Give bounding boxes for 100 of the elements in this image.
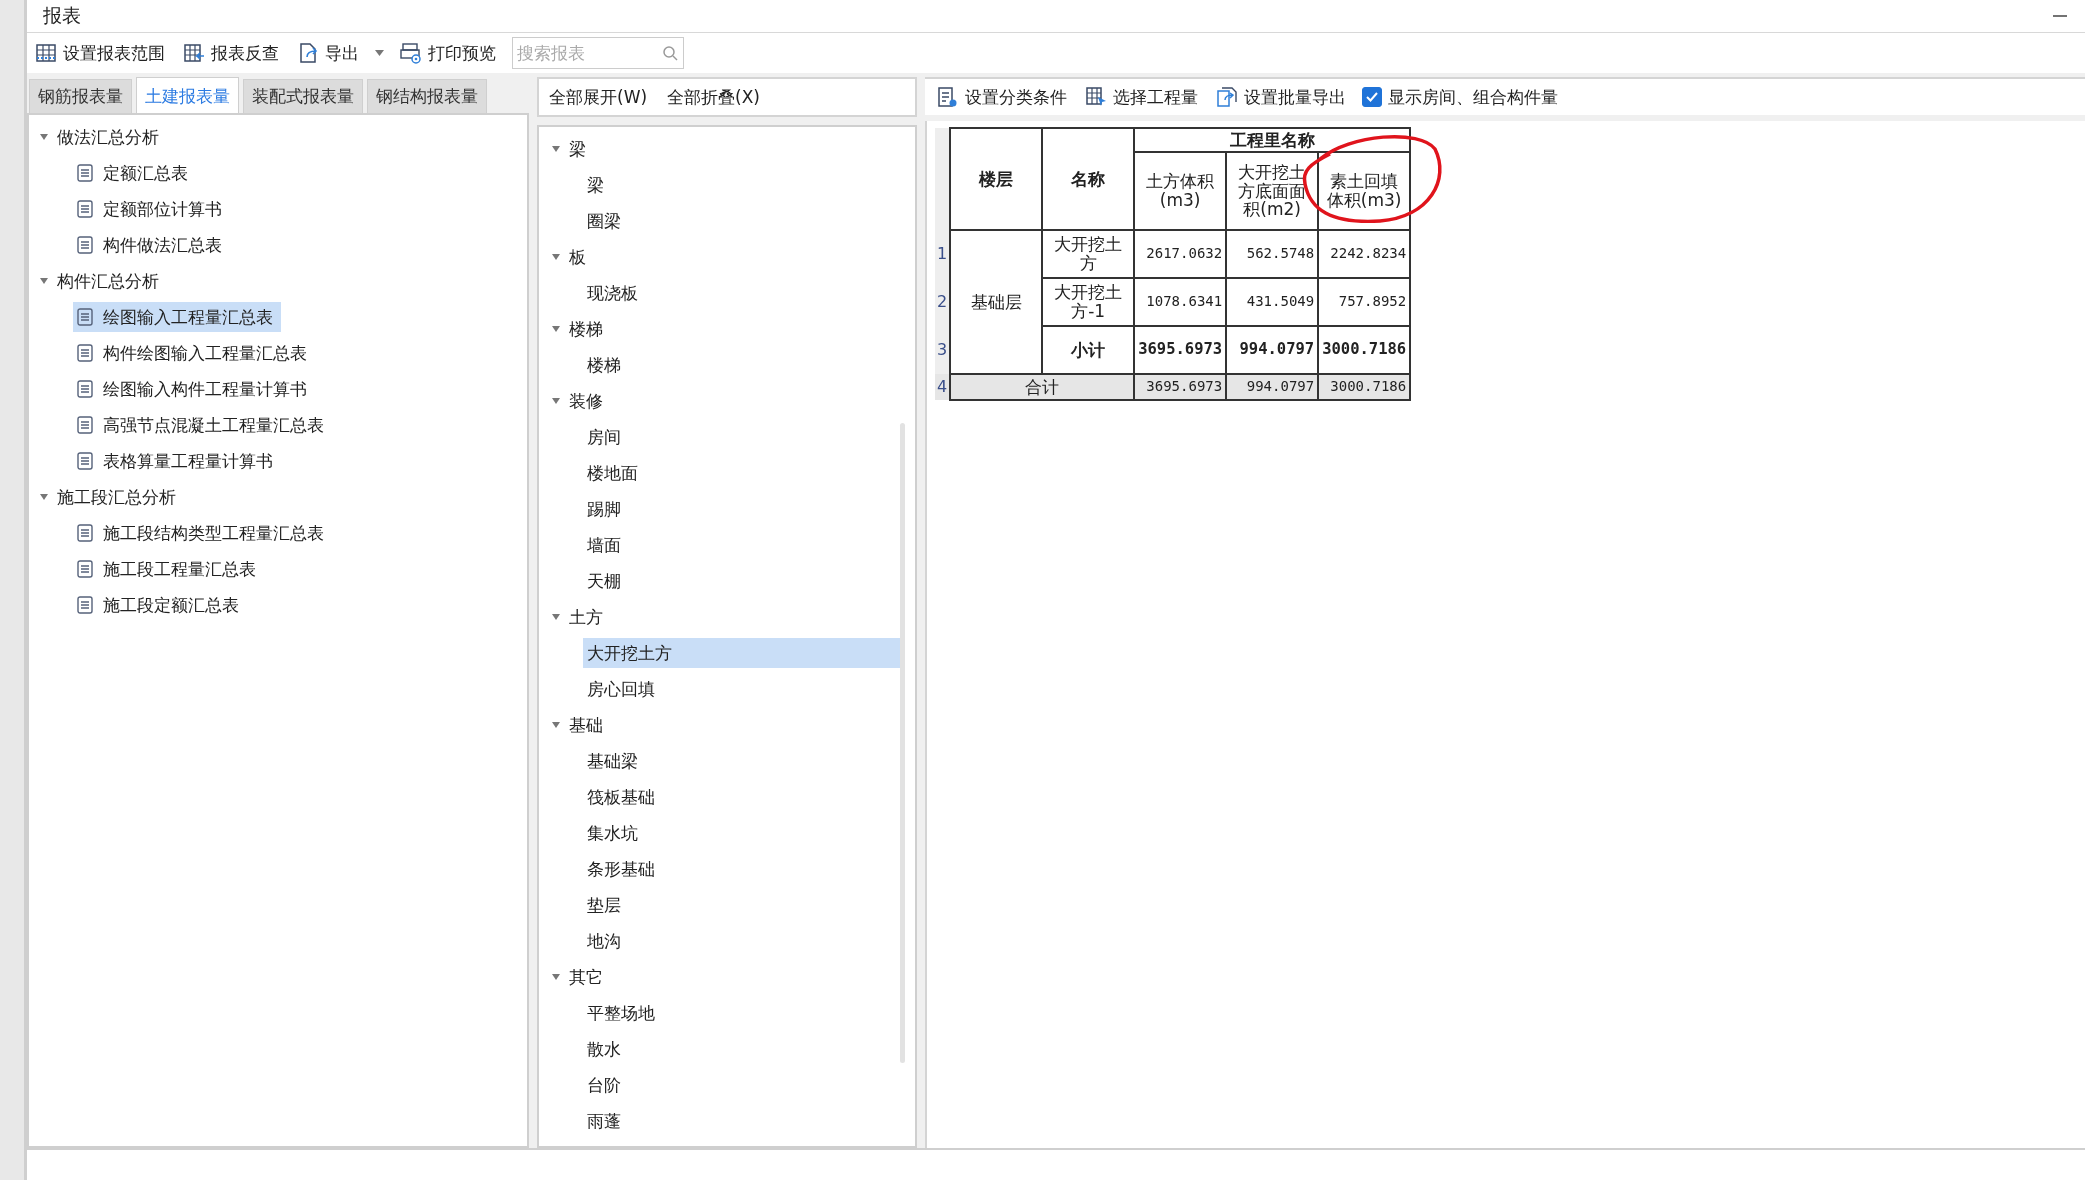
tree-group-label[interactable]: 板 <box>569 245 586 269</box>
toolbar-button[interactable]: 选择工程量 <box>1083 83 1200 111</box>
tree-group-label[interactable]: 其它 <box>569 965 603 989</box>
component-tree-item[interactable]: 梁 <box>583 170 901 200</box>
expand-caret-icon[interactable] <box>551 145 561 153</box>
report-tree-item[interactable]: 施工段结构类型工程量汇总表 <box>73 518 332 548</box>
tree-group-label[interactable]: 做法汇总分析 <box>57 125 159 149</box>
search-field[interactable]: 搜索报表 <box>512 37 684 69</box>
toolbar-button[interactable]: 设置批量导出 <box>1214 83 1348 111</box>
component-tree-item[interactable]: 圈梁 <box>583 206 901 236</box>
toolbar-button[interactable]: 设置报表范围 <box>33 39 167 67</box>
expand-caret-icon[interactable] <box>551 325 561 333</box>
list-icon <box>937 86 959 108</box>
expand-caret-icon[interactable] <box>39 277 49 285</box>
report-tree-item[interactable]: 定额部位计算书 <box>73 194 230 224</box>
table-cell: 994.0797 <box>1226 374 1319 400</box>
table-cell: 大开挖土方-1 <box>1042 278 1135 326</box>
table-cell: 1078.6341 <box>1134 278 1227 326</box>
expand-caret-icon[interactable] <box>551 721 561 729</box>
toolbar-button[interactable]: 打印预览 <box>398 39 498 67</box>
report-tree-item[interactable]: 绘图输入工程量汇总表 <box>73 302 281 332</box>
tree-group-label[interactable]: 基础 <box>569 713 603 737</box>
document-icon <box>77 416 93 434</box>
toolbar-button[interactable]: 报表反查 <box>181 39 281 67</box>
minimize-icon[interactable] <box>2053 14 2067 18</box>
report-tree-item[interactable]: 绘图输入构件工程量计算书 <box>73 374 315 404</box>
expand-caret-icon[interactable] <box>39 493 49 501</box>
column-group-header: 工程里名称 <box>1134 128 1411 152</box>
toolbar-button[interactable]: 设置分类条件 <box>935 83 1069 111</box>
checkbox-label[interactable]: 显示房间、组合构件量 <box>1388 85 1558 109</box>
scrollbar[interactable] <box>900 423 905 1063</box>
component-tree-item[interactable]: 楼梯 <box>583 350 901 380</box>
tree-group-label[interactable]: 梁 <box>569 137 586 161</box>
component-tree-item[interactable]: 垫层 <box>583 890 901 920</box>
export-icon <box>297 42 319 64</box>
report-tree-item[interactable]: 施工段定额汇总表 <box>73 590 247 620</box>
document-icon <box>77 596 93 614</box>
row-number: 1 <box>935 230 951 278</box>
tree-group-label[interactable]: 施工段汇总分析 <box>57 485 176 509</box>
tree-group-label[interactable]: 构件汇总分析 <box>57 269 159 293</box>
component-tree-item[interactable]: 墙面 <box>583 530 901 560</box>
table-cell: 562.5748 <box>1226 230 1319 278</box>
document-icon <box>77 164 93 182</box>
report-tree-item[interactable]: 高强节点混凝土工程量汇总表 <box>73 410 332 440</box>
component-tree-item[interactable]: 大开挖土方 <box>583 638 901 668</box>
component-tree-item[interactable]: 天棚 <box>583 566 901 596</box>
document-icon <box>77 200 93 218</box>
report-tab[interactable]: 钢结构报表量 <box>367 79 487 113</box>
grid-icon <box>35 42 57 64</box>
report-tab[interactable]: 装配式报表量 <box>243 79 363 113</box>
component-tree-item[interactable]: 平整场地 <box>583 998 901 1028</box>
report-tree-item[interactable]: 定额汇总表 <box>73 158 196 188</box>
column-header: 楼层 <box>950 128 1043 230</box>
expand-caret-icon[interactable] <box>551 397 561 405</box>
component-tree-item[interactable]: 散水 <box>583 1034 901 1064</box>
component-tree-item[interactable]: 条形基础 <box>583 854 901 884</box>
search-icon[interactable] <box>662 45 678 61</box>
report-tree-item[interactable]: 构件做法汇总表 <box>73 230 230 260</box>
expand-caret-icon[interactable] <box>551 613 561 621</box>
document-icon <box>77 344 93 362</box>
table-cell: 3000.7186 <box>1318 374 1411 400</box>
expand-caret-icon[interactable] <box>39 133 49 141</box>
component-tree-item[interactable]: 踢脚 <box>583 494 901 524</box>
dropdown-caret-icon[interactable] <box>375 50 384 56</box>
table-cell: 3695.6973 <box>1134 374 1227 400</box>
component-tree-item[interactable]: 台阶 <box>583 1070 901 1100</box>
document-icon <box>77 236 93 254</box>
report-tree-item[interactable]: 施工段工程量汇总表 <box>73 554 264 584</box>
component-tree-item[interactable]: 地沟 <box>583 926 901 956</box>
report-tree-item[interactable]: 表格算量工程量计算书 <box>73 446 281 476</box>
component-tree-item[interactable]: 集水坑 <box>583 818 901 848</box>
expand-caret-icon[interactable] <box>551 973 561 981</box>
table-cell: 2617.0632 <box>1134 230 1227 278</box>
component-tree-item[interactable]: 现浇板 <box>583 278 901 308</box>
window-title: 报表 <box>43 3 81 28</box>
copy-icon <box>1216 86 1238 108</box>
component-tree-item[interactable]: 筏板基础 <box>583 782 901 812</box>
expand-caret-icon[interactable] <box>551 253 561 261</box>
column-header: 土方体积(m3) <box>1134 152 1227 230</box>
report-tree-item[interactable]: 构件绘图输入工程量汇总表 <box>73 338 315 368</box>
toolbar-button[interactable]: 导出 <box>295 39 361 67</box>
component-tree-item[interactable]: 楼地面 <box>583 458 901 488</box>
report-tab[interactable]: 钢筋报表量 <box>29 79 132 113</box>
component-tree-item[interactable]: 雨蓬 <box>583 1106 901 1136</box>
table-cell: 大开挖土方 <box>1042 230 1135 278</box>
column-header: 素土回填体积(m3) <box>1318 152 1411 230</box>
column-header: 大开挖土方底面面积(m2) <box>1226 152 1319 230</box>
document-icon <box>77 452 93 470</box>
grid-cursor-icon <box>1085 86 1107 108</box>
tree-group-label[interactable]: 楼梯 <box>569 317 603 341</box>
report-tab[interactable]: 土建报表量 <box>136 77 239 113</box>
collapse-all-button[interactable]: 全部折叠(X) <box>665 83 762 111</box>
document-icon <box>77 380 93 398</box>
expand-all-button[interactable]: 全部展开(W) <box>547 83 650 111</box>
component-tree-item[interactable]: 房间 <box>583 422 901 452</box>
row-number: 4 <box>935 374 951 400</box>
component-tree-item[interactable]: 基础梁 <box>583 746 901 776</box>
component-tree-item[interactable]: 房心回填 <box>583 674 901 704</box>
tree-group-label[interactable]: 土方 <box>569 605 603 629</box>
tree-group-label[interactable]: 装修 <box>569 389 603 413</box>
